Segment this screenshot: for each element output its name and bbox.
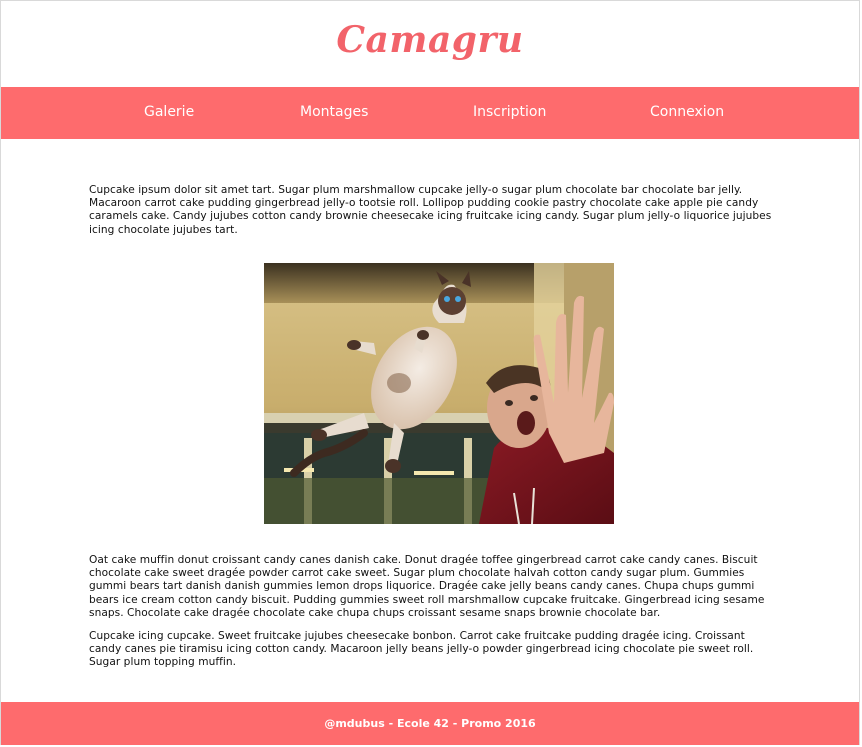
body-paragraph-2: Cupcake icing cupcake. Sweet fruitcake j… — [89, 630, 754, 669]
site-logo[interactable]: Camagru — [1, 19, 859, 61]
featured-photo — [264, 263, 614, 524]
body-section: Oat cake muffin donut croissant candy ca… — [89, 554, 779, 670]
nav-item-inscription[interactable]: Inscription — [473, 104, 546, 120]
cat-photo-image — [264, 263, 614, 524]
main-nav: Galerie Montages Inscription Connexion — [1, 87, 859, 139]
site-header: Camagru — [1, 1, 859, 87]
footer-credit: @mdubus - Ecole 42 - Promo 2016 — [324, 717, 536, 730]
nav-item-montages[interactable]: Montages — [300, 104, 368, 120]
nav-item-connexion[interactable]: Connexion — [650, 104, 724, 120]
intro-paragraph: Cupcake ipsum dolor sit amet tart. Sugar… — [89, 184, 772, 236]
site-footer: @mdubus - Ecole 42 - Promo 2016 — [1, 702, 859, 745]
intro-section: Cupcake ipsum dolor sit amet tart. Sugar… — [89, 184, 779, 237]
nav-item-galerie[interactable]: Galerie — [144, 104, 194, 120]
body-paragraph-1: Oat cake muffin donut croissant candy ca… — [89, 554, 765, 619]
